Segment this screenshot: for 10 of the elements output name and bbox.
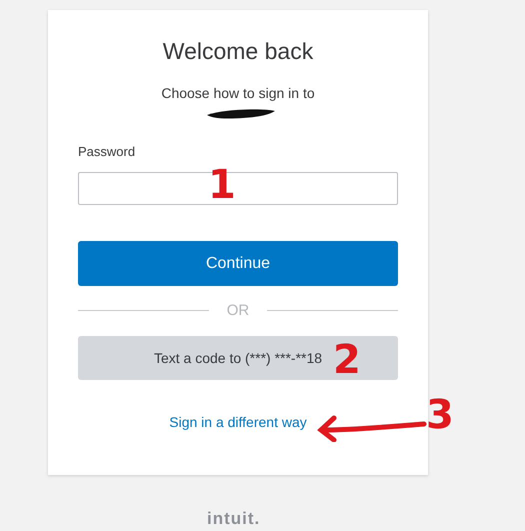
- continue-button[interactable]: Continue: [78, 241, 398, 286]
- intuit-logo: intuit.: [207, 509, 260, 529]
- annotation-number: 2: [333, 340, 361, 380]
- subtitle: Choose how to sign in to: [161, 85, 315, 101]
- annotation-number: 3: [426, 395, 454, 435]
- sign-in-different-way-link[interactable]: Sign in a different way: [169, 414, 307, 430]
- page-title: Welcome back: [162, 38, 314, 65]
- or-divider-text: OR: [226, 302, 250, 319]
- annotation-number: 1: [208, 165, 236, 205]
- password-label: Password: [78, 144, 136, 159]
